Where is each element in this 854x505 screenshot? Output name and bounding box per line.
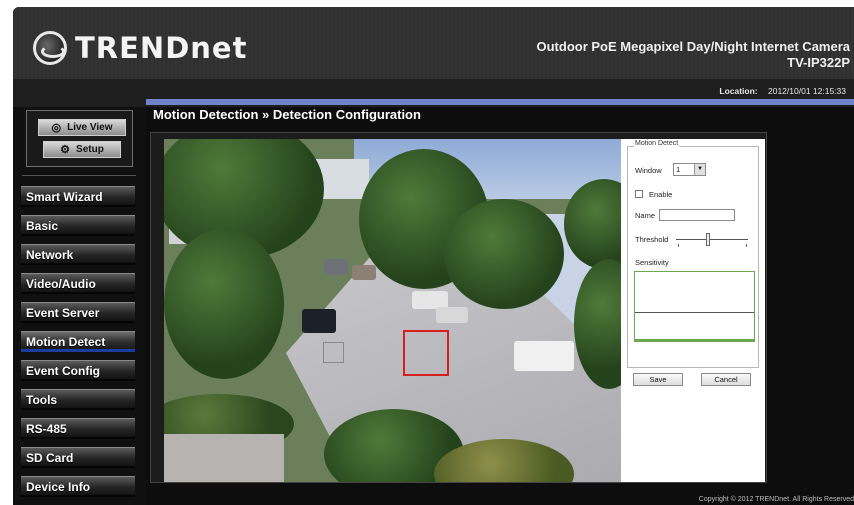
cancel-button[interactable]: Cancel: [701, 373, 751, 386]
video-roof: [164, 434, 284, 482]
slider-tick: [746, 244, 747, 247]
sidebar-item-sd-card[interactable]: SD Card: [21, 447, 135, 468]
gears-icon: ⚙: [60, 144, 71, 156]
motion-detect-fieldset: Motion Detect Window 1 ▼ Enable Name Thr…: [627, 140, 759, 368]
chevron-down-icon: ▼: [694, 164, 705, 175]
video-car: [302, 309, 336, 333]
detection-window-inactive[interactable]: [323, 342, 344, 363]
camera-frame: Motion Detect Window 1 ▼ Enable Name Thr…: [150, 132, 767, 483]
video-pickup-truck: [514, 341, 574, 371]
brand-logo: TRENDnet: [33, 31, 247, 65]
threshold-label: Threshold: [635, 235, 669, 244]
app-frame: TRENDnet Outdoor PoE Megapixel Day/Night…: [13, 7, 854, 505]
fieldset-legend: Motion Detect: [634, 140, 680, 147]
camera-video[interactable]: [164, 139, 621, 482]
threshold-slider-handle[interactable]: [706, 233, 710, 246]
product-model: TV-IP322P: [787, 55, 850, 70]
save-button[interactable]: Save: [633, 373, 683, 386]
sidebar-item-video-audio[interactable]: Video/Audio: [21, 273, 135, 294]
window-label: Window: [635, 166, 662, 175]
trendnet-logo-icon: [33, 31, 67, 65]
enable-checkbox[interactable]: [635, 190, 643, 198]
live-view-label: Live View: [67, 122, 113, 133]
location-label: Location:: [719, 86, 758, 96]
threshold-slider-track[interactable]: [676, 239, 748, 240]
video-tree: [164, 229, 284, 379]
copyright: Copyright © 2012 TRENDnet. All Rights Re…: [698, 496, 854, 503]
sidebar-item-tools[interactable]: Tools: [21, 389, 135, 410]
sidebar-item-network[interactable]: Network: [21, 244, 135, 265]
sidebar-item-basic[interactable]: Basic: [21, 215, 135, 236]
setup-button[interactable]: ⚙ Setup: [43, 141, 121, 158]
live-view-button[interactable]: ◎ Live View: [38, 119, 126, 136]
name-label: Name: [635, 211, 656, 220]
slider-tick: [678, 244, 679, 247]
window-select[interactable]: 1 ▼: [673, 163, 706, 176]
sensitivity-level-line: [635, 312, 754, 313]
location-info: Location: 2012/10/01 12:15:33: [719, 86, 846, 96]
sidebar-item-event-server[interactable]: Event Server: [21, 302, 135, 323]
window-select-value: 1: [676, 165, 681, 174]
video-tree: [444, 199, 564, 309]
sidebar-item-smart-wizard[interactable]: Smart Wizard: [21, 186, 135, 207]
name-field[interactable]: [659, 209, 735, 221]
content-accent-bar: [146, 99, 854, 105]
sidebar-item-rs-485[interactable]: RS-485: [21, 418, 135, 439]
quick-access-box: ◎ Live View ⚙ Setup: [26, 110, 133, 167]
video-car: [436, 307, 468, 323]
sensitivity-baseline: [635, 339, 754, 341]
sidebar-divider: [22, 175, 136, 176]
sidebar-item-device-info[interactable]: Device Info: [21, 476, 135, 497]
sensitivity-label: Sensitivity: [635, 258, 669, 267]
brand-name: TRENDnet: [75, 31, 248, 65]
detection-window-active[interactable]: [403, 330, 449, 376]
sidebar-item-motion-detect[interactable]: Motion Detect: [21, 331, 135, 352]
product-title: Outdoor PoE Megapixel Day/Night Internet…: [537, 39, 851, 71]
sidebar-item-event-config[interactable]: Event Config: [21, 360, 135, 381]
location-datetime: 2012/10/01 12:15:33: [768, 86, 846, 96]
enable-label: Enable: [649, 190, 673, 199]
sensitivity-graph[interactable]: [634, 271, 755, 342]
page-title: Motion Detection » Detection Configurati…: [153, 107, 421, 122]
product-line: Outdoor PoE Megapixel Day/Night Internet…: [536, 39, 851, 54]
setup-label: Setup: [76, 144, 104, 155]
video-car: [324, 259, 348, 275]
sidebar: ◎ Live View ⚙ Setup Smart Wizard Basic N…: [13, 107, 146, 505]
video-car: [352, 265, 376, 280]
header: TRENDnet Outdoor PoE Megapixel Day/Night…: [13, 7, 854, 107]
motion-detect-panel: Motion Detect Window 1 ▼ Enable Name Thr…: [621, 139, 765, 482]
eye-icon: ◎: [51, 122, 62, 134]
